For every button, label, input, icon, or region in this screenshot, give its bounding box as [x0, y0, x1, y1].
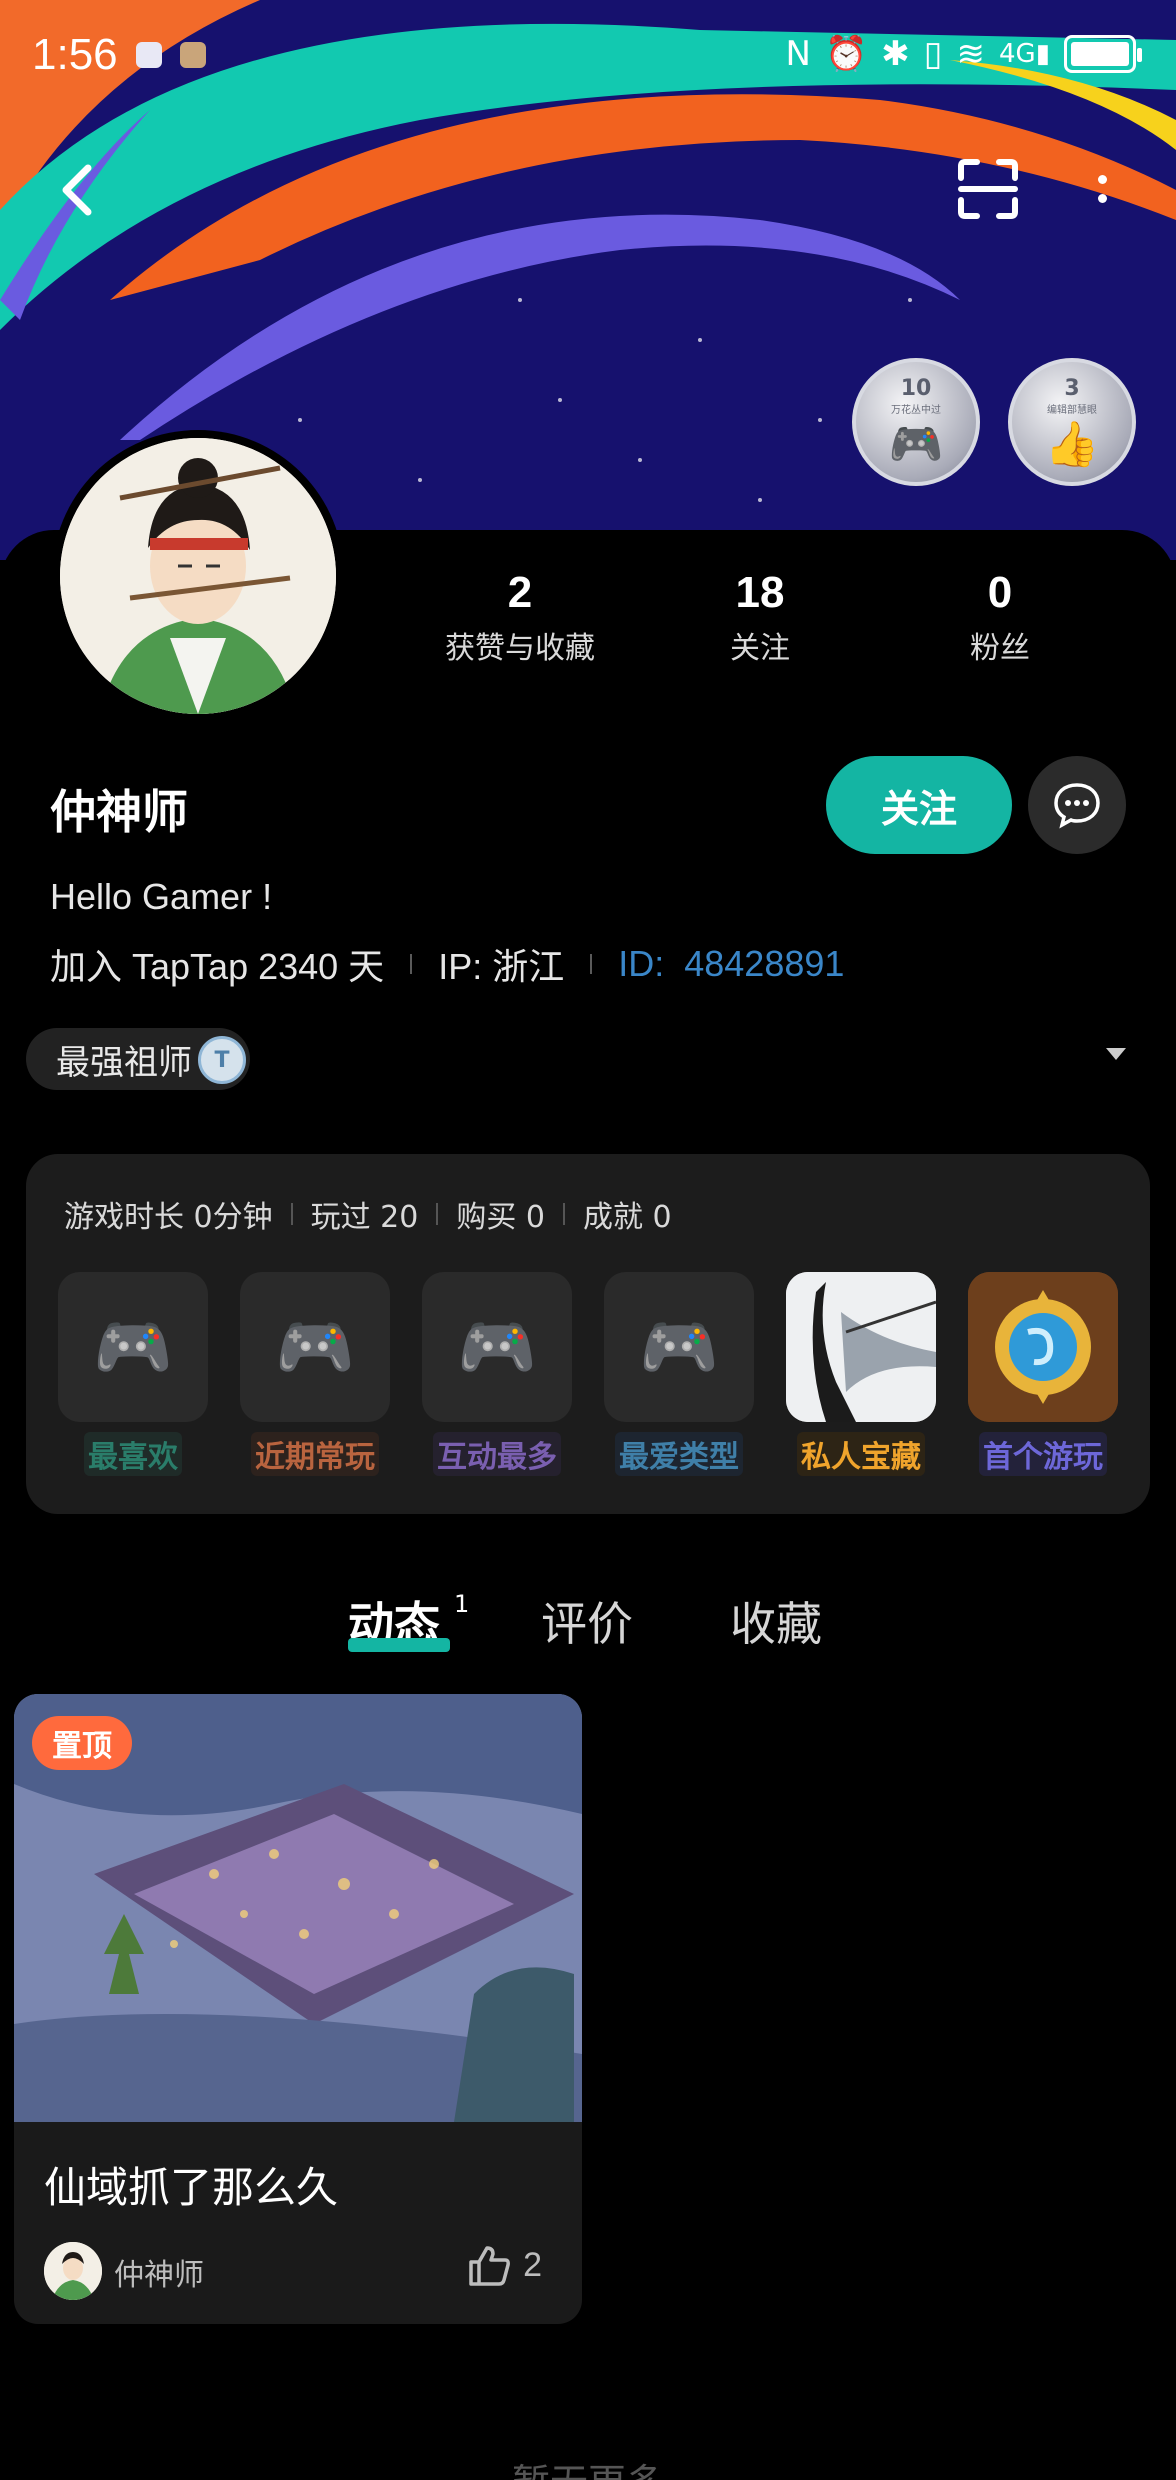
user-id-label[interactable]: ID: — [618, 943, 664, 985]
active-tab-indicator — [348, 1638, 450, 1652]
tab-favorites[interactable]: 收藏 — [730, 1588, 822, 1654]
status-bar: 1:56 N ⏰ ✱ ▯ ≋ 4G▮ — [0, 0, 1176, 110]
tile-favorite-genre[interactable]: 🎮 最爱类型 — [604, 1272, 754, 1476]
thumbs-up-icon — [469, 2246, 511, 2286]
avatar[interactable] — [52, 430, 344, 722]
badge-number: 3 — [1064, 376, 1080, 401]
stat-label: 粉丝 — [970, 631, 1030, 666]
divider — [590, 954, 593, 974]
back-arrow-icon — [62, 164, 92, 216]
tile-first-played[interactable]: 首个游玩 — [968, 1272, 1118, 1476]
game-cover-image — [968, 1272, 1118, 1422]
like-count: 2 — [523, 2245, 542, 2284]
tile-recently-played[interactable]: 🎮 近期常玩 — [240, 1272, 390, 1476]
title-chip-label: 最强祖师 — [56, 1042, 192, 1083]
tab-reviews[interactable]: 评价 — [541, 1588, 633, 1654]
achievement-badge-2[interactable]: 3 编辑部慧眼 👍 — [1008, 358, 1136, 486]
achievement-count[interactable]: 成就 0 — [583, 1192, 672, 1236]
taptap-level-icon: T — [198, 1036, 246, 1084]
tile-most-interacted[interactable]: 🎮 互动最多 — [422, 1272, 572, 1476]
battery-icon — [1064, 35, 1142, 73]
vibrate-icon: ▯ — [923, 34, 943, 74]
divider — [562, 1203, 565, 1225]
tile-label: 互动最多 — [433, 1432, 561, 1476]
status-time: 1:56 — [32, 30, 118, 79]
bio: Hello Gamer ! — [50, 876, 273, 917]
signal-icon: 4G▮ — [999, 39, 1050, 69]
game-stats-panel: 游戏时长 0分钟 玩过 20 购买 0 成就 0 🎮 最喜欢 🎮 近期常玩 🎮 … — [26, 1154, 1150, 1514]
badge-caption: 万花丛中过 — [891, 405, 941, 416]
app-notification-icon-2 — [179, 42, 206, 68]
no-more-text: 暂无更多 — [0, 2452, 1176, 2480]
stat-value: 0 — [987, 568, 1013, 617]
game-stats-row: 游戏时长 0分钟 玩过 20 购买 0 成就 0 — [64, 1192, 672, 1236]
post-title: 仙域抓了那么久 — [44, 2163, 339, 2212]
username: 仲神师 — [50, 785, 188, 839]
top-navigation — [0, 150, 1176, 230]
play-time[interactable]: 游戏时长 0分钟 — [64, 1192, 273, 1236]
tile-favorite[interactable]: 🎮 最喜欢 — [58, 1272, 208, 1476]
tile-label: 首个游玩 — [979, 1432, 1107, 1476]
expand-arrow-icon[interactable] — [1106, 1048, 1126, 1060]
avatar-illustration — [60, 438, 336, 714]
ip-location: IP: 浙江 — [438, 946, 565, 987]
played-count[interactable]: 玩过 20 — [311, 1192, 419, 1236]
gamepad-icon: 🎮 — [275, 1310, 355, 1385]
gamepad-icon: 🎮 — [639, 1310, 719, 1385]
stat-value: 18 — [735, 568, 785, 617]
avatar-illustration — [44, 2242, 102, 2300]
divider — [290, 1203, 293, 1225]
stat-value: 2 — [507, 568, 533, 617]
tile-label: 近期常玩 — [251, 1432, 379, 1476]
joined-days: 加入 TapTap 2340 天 — [50, 946, 385, 987]
nfc-icon: N — [785, 34, 811, 74]
message-button[interactable] — [1028, 756, 1126, 854]
profile-meta: 加入 TapTap 2340 天 IP: 浙江 ID: 48428891 — [50, 938, 844, 990]
pinned-badge: 置顶 — [32, 1716, 132, 1770]
follow-button[interactable]: 关注 — [826, 756, 1012, 854]
chat-bubble-icon — [1054, 783, 1100, 829]
game-cover-image — [786, 1272, 936, 1422]
content-tabs: 动态 评价 收藏 — [0, 1588, 1176, 1668]
badge-number: 10 — [900, 376, 932, 401]
gamepad-icon: 🎮 — [93, 1310, 173, 1385]
divider — [436, 1203, 439, 1225]
wifi-icon: ≋ — [956, 34, 986, 74]
badge-caption: 编辑部慧眼 — [1047, 405, 1097, 416]
purchase-count[interactable]: 购买 0 — [456, 1192, 545, 1236]
back-button[interactable] — [50, 160, 110, 220]
post-card[interactable]: 置顶 仙域抓了那么久 仲神师 2 — [14, 1694, 582, 2324]
stat-following[interactable]: 18 关注 — [640, 565, 880, 667]
stat-label: 获赞与收藏 — [445, 631, 595, 666]
gamepad-icon: 🎮 — [457, 1310, 537, 1385]
more-button[interactable] — [1090, 156, 1114, 222]
alarm-icon: ⏰ — [824, 34, 868, 74]
stat-followers[interactable]: 0 粉丝 — [880, 565, 1120, 667]
more-vertical-icon — [1097, 175, 1107, 184]
tile-label: 私人宝藏 — [797, 1432, 925, 1476]
post-author-name[interactable]: 仲神师 — [114, 2250, 204, 2294]
bluetooth-icon: ✱ — [881, 34, 910, 74]
divider — [410, 954, 413, 974]
thumbs-up-icon: 👍 — [1044, 419, 1100, 470]
stat-likes-collections[interactable]: 2 获赞与收藏 — [400, 565, 640, 667]
status-icons: N ⏰ ✱ ▯ ≋ 4G▮ — [785, 34, 1142, 74]
achievement-badge-1[interactable]: 10 万花丛中过 🎮 — [852, 358, 980, 486]
scan-button[interactable] — [955, 156, 1021, 222]
scan-icon — [958, 159, 1018, 219]
game-tiles: 🎮 最喜欢 🎮 近期常玩 🎮 互动最多 🎮 最爱类型 私人宝藏 首个游玩 — [58, 1272, 1118, 1476]
stat-label: 关注 — [730, 631, 790, 666]
tab-count-badge: 1 — [454, 1590, 470, 1618]
profile-stats: 2 获赞与收藏 18 关注 0 粉丝 — [400, 565, 1120, 667]
user-id-value[interactable]: 48428891 — [684, 943, 844, 985]
post-author-avatar[interactable] — [44, 2242, 102, 2300]
tile-label: 最爱类型 — [615, 1432, 743, 1476]
title-chip[interactable]: 最强祖师 T — [26, 1028, 250, 1090]
tile-label: 最喜欢 — [84, 1432, 182, 1476]
gamepad-icon: 🎮 — [888, 419, 944, 470]
like-button[interactable]: 2 — [467, 2244, 542, 2286]
tile-private-treasure[interactable]: 私人宝藏 — [786, 1272, 936, 1476]
app-notification-icon — [135, 42, 162, 68]
